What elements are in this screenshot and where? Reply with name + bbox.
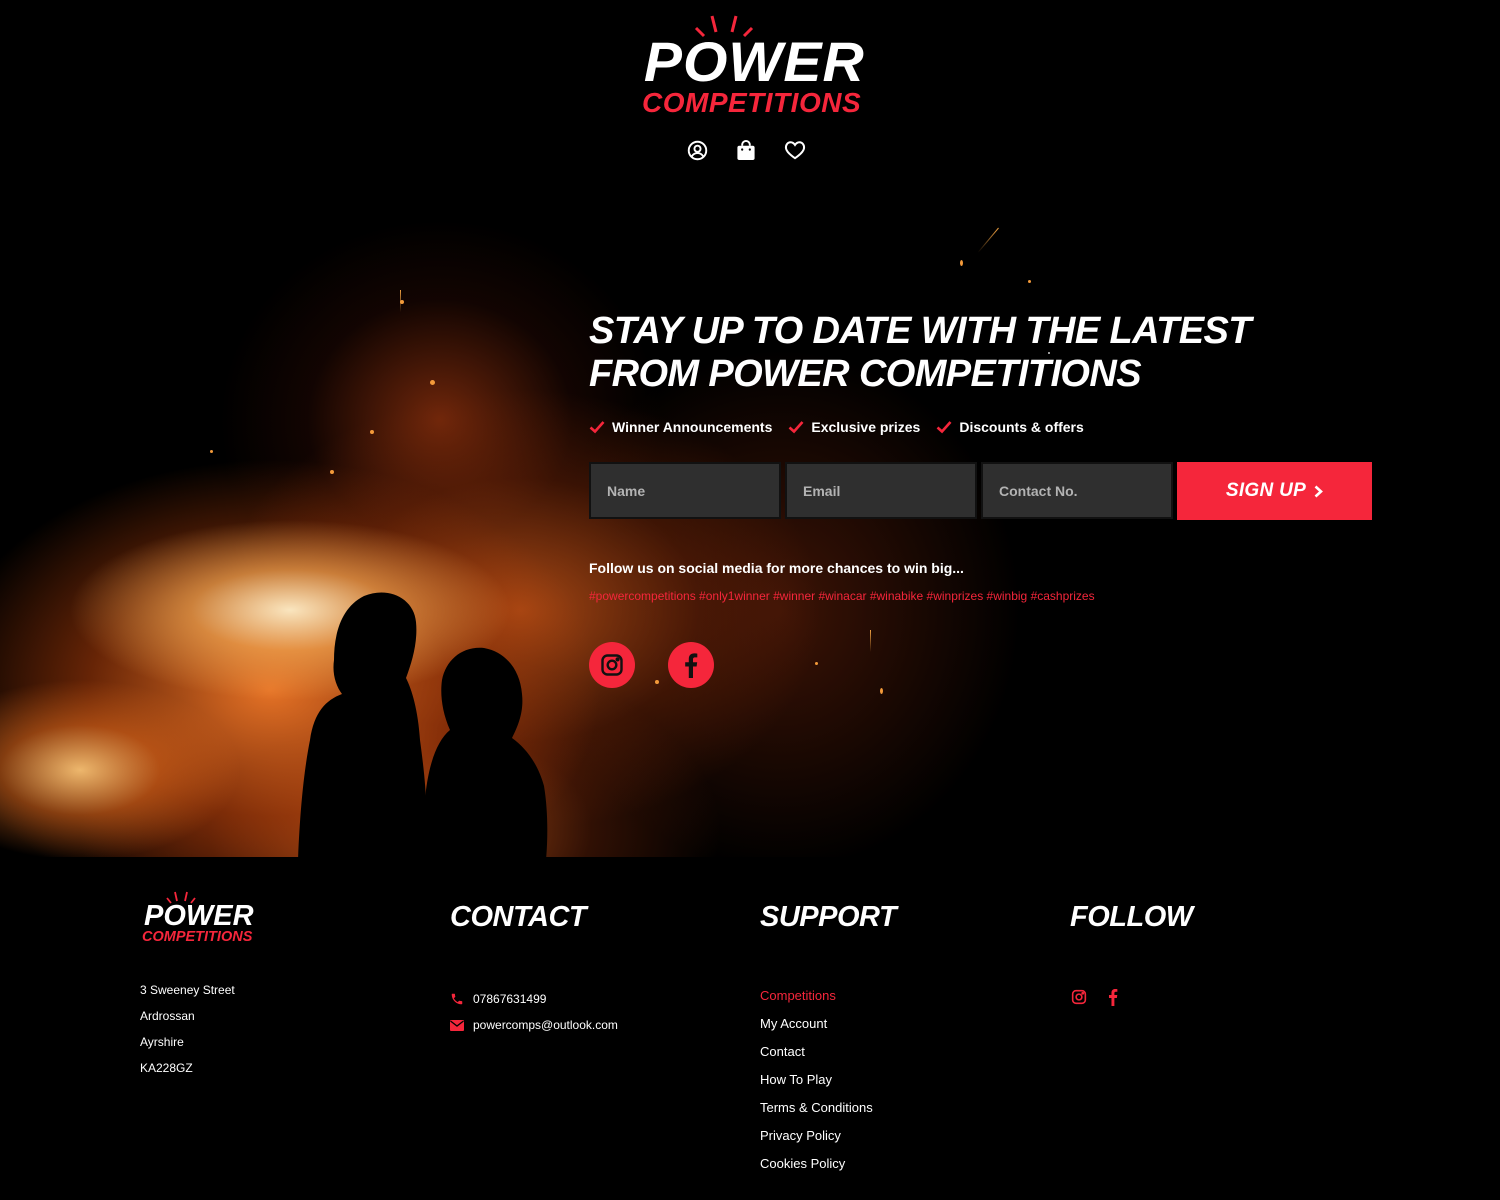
newsletter-title: STAY UP TO DATE WITH THE LATEST FROM POW… (589, 310, 1251, 395)
perk-item: Discounts & offers (936, 419, 1084, 435)
support-link-contact[interactable]: Contact (760, 1044, 873, 1072)
sign-up-button[interactable]: SIGN UP (1177, 462, 1372, 520)
support-link-privacy[interactable]: Privacy Policy (760, 1128, 873, 1156)
shopping-bag-icon[interactable] (735, 139, 757, 161)
phone-number: 07867631499 (473, 992, 547, 1006)
facebook-button[interactable] (668, 642, 714, 688)
address-line: Ardrossan (140, 1009, 195, 1023)
address-line: 3 Sweeney Street (140, 983, 235, 997)
facebook-icon[interactable] (1104, 988, 1121, 1006)
site-logo[interactable]: POWER COMPETITIONS (640, 14, 864, 118)
logo-power-text: POWER (643, 30, 865, 93)
social-buttons (589, 642, 714, 688)
follow-heading: FOLLOW (1070, 901, 1193, 933)
footer-logo-power: POWER (144, 900, 254, 932)
support-links: Competitions My Account Contact How To P… (760, 988, 873, 1184)
support-link-my-account[interactable]: My Account (760, 1016, 873, 1044)
name-input[interactable] (589, 462, 781, 519)
newsletter-panel: STAY UP TO DATE WITH THE LATEST FROM POW… (589, 190, 1389, 857)
facebook-icon (685, 653, 698, 678)
email-address: powercomps@outlook.com (473, 1018, 618, 1032)
heart-icon[interactable] (784, 139, 806, 161)
phone-icon (450, 992, 464, 1006)
signup-form: SIGN UP (589, 462, 1372, 520)
hashtags: #powercompetitions #only1winner #winner … (589, 589, 1095, 603)
perk-label: Winner Announcements (612, 419, 773, 435)
support-heading: SUPPORT (760, 901, 897, 933)
perks-list: Winner Announcements Exclusive prizes Di… (589, 419, 1100, 435)
perk-label: Discounts & offers (959, 419, 1084, 435)
address-line: KA228GZ (140, 1061, 193, 1075)
contact-number-input[interactable] (981, 462, 1173, 519)
sign-up-label: SIGN UP (1225, 480, 1307, 501)
chevron-right-icon (1314, 485, 1324, 497)
phone-item[interactable]: 07867631499 (450, 986, 618, 1012)
support-link-cookies[interactable]: Cookies Policy (760, 1156, 873, 1184)
footer-social-icons (1070, 988, 1121, 1006)
check-icon (789, 421, 804, 434)
check-icon (589, 421, 605, 434)
site-header: POWER COMPETITIONS (0, 0, 1500, 190)
footer-logo[interactable]: POWER COMPETITIONS (140, 891, 260, 951)
support-link-competitions[interactable]: Competitions (760, 988, 873, 1016)
instagram-button[interactable] (589, 642, 635, 688)
check-icon (936, 421, 952, 434)
follow-prompt: Follow us on social media for more chanc… (589, 560, 964, 576)
perk-item: Exclusive prizes (788, 419, 920, 435)
header-icon-bar (686, 139, 806, 161)
support-link-terms[interactable]: Terms & Conditions (760, 1100, 873, 1128)
perk-label: Exclusive prizes (811, 419, 921, 435)
contact-heading: CONTACT (450, 901, 587, 933)
newsletter-hero: STAY UP TO DATE WITH THE LATEST FROM POW… (0, 190, 1500, 857)
email-input[interactable] (785, 462, 977, 519)
email-item[interactable]: powercomps@outlook.com (450, 1012, 618, 1038)
instagram-icon (601, 654, 623, 676)
couple-silhouette (298, 592, 548, 857)
perk-item: Winner Announcements (589, 419, 772, 435)
logo-competitions-text: COMPETITIONS (642, 87, 862, 118)
contact-list: 07867631499 powercomps@outlook.com (450, 986, 618, 1038)
account-icon[interactable] (686, 139, 708, 161)
site-footer: POWER COMPETITIONS 3 Sweeney Street Ardr… (0, 857, 1500, 1200)
footer-logo-competitions: COMPETITIONS (142, 929, 253, 945)
address-line: Ayrshire (140, 1035, 184, 1049)
envelope-icon (450, 1018, 464, 1032)
support-link-how-to-play[interactable]: How To Play (760, 1072, 873, 1100)
address-block: 3 Sweeney Street Ardrossan Ayrshire KA22… (140, 983, 235, 1087)
instagram-icon[interactable] (1070, 988, 1087, 1005)
